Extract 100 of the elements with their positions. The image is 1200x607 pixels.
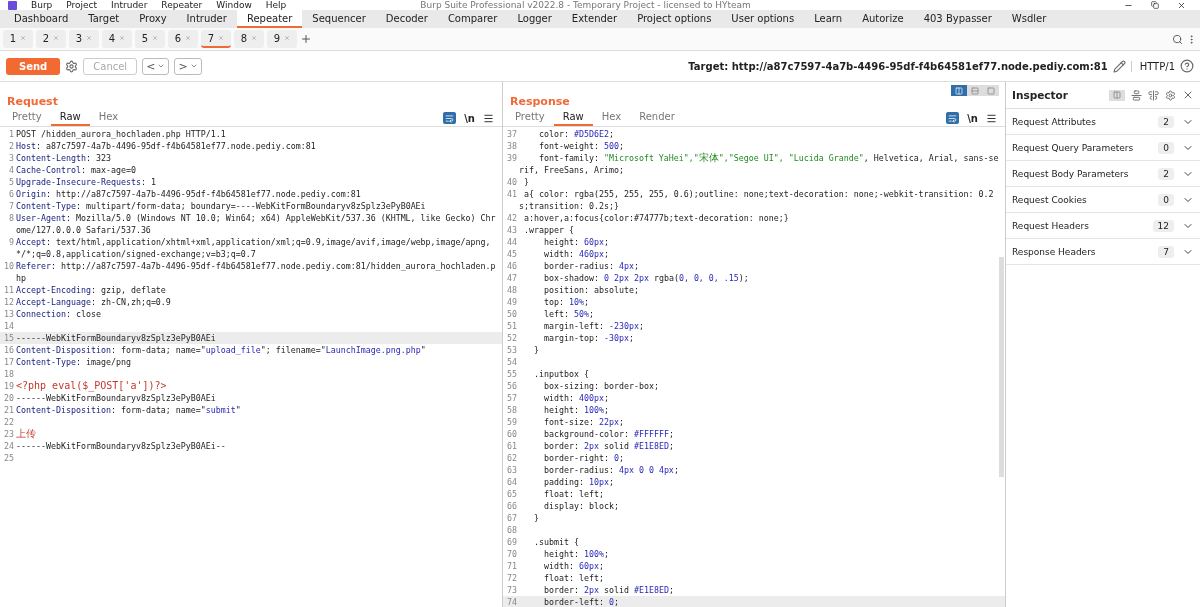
edit-icon[interactable] — [1112, 59, 1126, 73]
inspector-section[interactable]: Response Headers 7 — [1006, 239, 1200, 265]
code-line: Accept: text/html,application/xhtml+xml,application/xml;q=0.9,image/avif,image/webp,image/apng,*/*;q=0.8,application/signed-exchange;v=b3;q=0.7 — [16, 236, 492, 260]
main-tab[interactable]: Decoder — [375, 10, 438, 28]
main-tab[interactable]: Learn — [804, 10, 853, 28]
restore-icon[interactable] — [1151, 1, 1159, 9]
code-line: border-radius: 4px 0 0 4px; — [543, 464, 680, 476]
main-tab[interactable]: Comparer — [437, 10, 508, 28]
code-line: width: 460px; — [543, 248, 610, 260]
line-number: 66 — [506, 500, 518, 512]
numbered-tab[interactable]: 1 — [3, 30, 33, 48]
wrap-icon[interactable] — [443, 112, 457, 124]
main-tab[interactable]: User options — [721, 10, 805, 28]
view-tab[interactable]: Pretty — [3, 111, 51, 126]
close-icon[interactable] — [1182, 89, 1194, 101]
line-number: 50 — [506, 308, 518, 320]
inspector-section[interactable]: Request Cookies 0 — [1006, 187, 1200, 213]
scrollbar[interactable] — [999, 257, 1004, 477]
protocol-label[interactable]: HTTP/1 — [1130, 60, 1175, 72]
main-tab[interactable]: Repeater — [236, 10, 303, 28]
menu-icon[interactable] — [986, 112, 997, 124]
numbered-tab[interactable]: 6 — [168, 30, 198, 48]
settings-icon[interactable] — [65, 59, 79, 73]
code-line: Host: a87c7597-4a7b-4496-95df-f4b64581ef77.node.pediy.com:81 — [16, 140, 317, 152]
section-label: Request Cookies — [1012, 194, 1088, 205]
side-by-side-icon[interactable] — [951, 85, 967, 96]
view-tab[interactable]: Raw — [50, 111, 90, 126]
inspector-section[interactable]: Request Headers 12 — [1006, 213, 1200, 239]
menu-item[interactable]: Burp — [31, 0, 53, 10]
code-line: } — [533, 512, 540, 524]
numbered-tab[interactable]: 9 — [267, 30, 297, 48]
close-icon[interactable] — [1177, 0, 1186, 10]
line-number: 25 — [3, 452, 15, 464]
menu-item[interactable]: Intruder — [111, 0, 148, 10]
stacked-icon[interactable] — [967, 85, 983, 96]
line-number: 65 — [506, 488, 518, 500]
view-tab[interactable]: Hex — [89, 111, 128, 126]
menu-item[interactable]: Repeater — [161, 0, 203, 10]
view-tab[interactable]: Render — [630, 111, 684, 126]
main-tab[interactable]: 403 Bypasser — [913, 10, 1002, 28]
code-line: border: 2px solid #E1E8ED; — [543, 584, 675, 596]
window-title: Burp Suite Professional v2022.8 - Temporary Project - licensed to HYteam — [420, 0, 752, 10]
line-number: 64 — [506, 476, 518, 488]
main-tab[interactable]: Project options — [627, 10, 722, 28]
newline-toggle[interactable]: \n — [464, 112, 475, 124]
distribute-icon[interactable] — [1148, 89, 1159, 101]
menu-item[interactable]: Project — [66, 0, 98, 10]
main-tab[interactable]: Proxy — [129, 10, 177, 28]
wrap-icon[interactable] — [946, 112, 960, 124]
numbered-tab[interactable]: 7 — [201, 30, 231, 48]
main-tab[interactable]: Extender — [561, 10, 628, 28]
code-line: .wrapper { — [523, 224, 575, 236]
numbered-tab[interactable]: 2 — [36, 30, 66, 48]
main-tab[interactable]: Wsdler — [1001, 10, 1057, 28]
menu-icon[interactable] — [483, 112, 494, 124]
numbered-tab[interactable]: 5 — [135, 30, 165, 48]
main-tab[interactable]: Target — [78, 10, 130, 28]
target-url: Target: http://a87c7597-4a7b-4496-95df-f4b64581ef77.node.pediy.com:81 — [688, 60, 1108, 72]
line-number: 5 — [8, 176, 15, 188]
help-icon[interactable] — [1180, 59, 1194, 73]
main-tab[interactable]: Intruder — [176, 10, 237, 28]
line-number: 15 — [3, 332, 15, 344]
view-tab[interactable]: Pretty — [506, 111, 554, 126]
line-number: 40 — [506, 176, 518, 188]
main-tab[interactable]: Sequencer — [302, 10, 376, 28]
code-line: left: 50%; — [543, 308, 595, 320]
inspector-section[interactable]: Request Body Parameters 2 — [1006, 161, 1200, 187]
search-icon[interactable] — [1172, 33, 1183, 45]
newline-toggle[interactable]: \n — [967, 112, 978, 124]
align-icon[interactable] — [1131, 89, 1142, 101]
line-number: 19 — [3, 380, 15, 392]
main-tab[interactable]: Autorize — [852, 10, 914, 28]
numbered-tab[interactable]: 4 — [102, 30, 132, 48]
code-line: Content-Disposition: form-data; name="submit" — [16, 404, 242, 416]
inspector-section[interactable]: Request Query Parameters 0 — [1006, 135, 1200, 161]
settings-icon[interactable] — [1165, 89, 1176, 101]
line-number: 43 — [506, 224, 518, 236]
single-view-icon[interactable] — [983, 85, 999, 96]
view-tab[interactable]: Hex — [592, 111, 631, 126]
numbered-tab[interactable]: 8 — [234, 30, 264, 48]
main-tab[interactable]: Logger — [507, 10, 562, 28]
forward-button[interactable]: > — [174, 57, 202, 75]
layout-icon[interactable] — [1109, 89, 1125, 101]
add-tab-icon[interactable] — [300, 33, 312, 45]
line-number: 59 — [506, 416, 518, 428]
code-line: font-size: 22px; — [543, 416, 625, 428]
inspector-section[interactable]: Request Attributes 2 — [1006, 109, 1200, 135]
numbered-tab[interactable]: 3 — [69, 30, 99, 48]
view-tab[interactable]: Raw — [553, 111, 593, 126]
menu-item[interactable]: Help — [265, 0, 287, 10]
menu-item[interactable]: Window — [216, 0, 252, 10]
line-number: 7 — [8, 200, 15, 212]
line-number: 21 — [3, 404, 15, 416]
count-badge: 2 — [1158, 167, 1174, 180]
main-tab[interactable]: Dashboard — [4, 10, 79, 28]
line-number: 63 — [506, 464, 518, 476]
back-button[interactable]: < — [142, 57, 170, 75]
section-label: Request Body Parameters — [1012, 168, 1130, 179]
line-number: 14 — [3, 320, 15, 332]
code-line: float: left; — [543, 572, 605, 584]
